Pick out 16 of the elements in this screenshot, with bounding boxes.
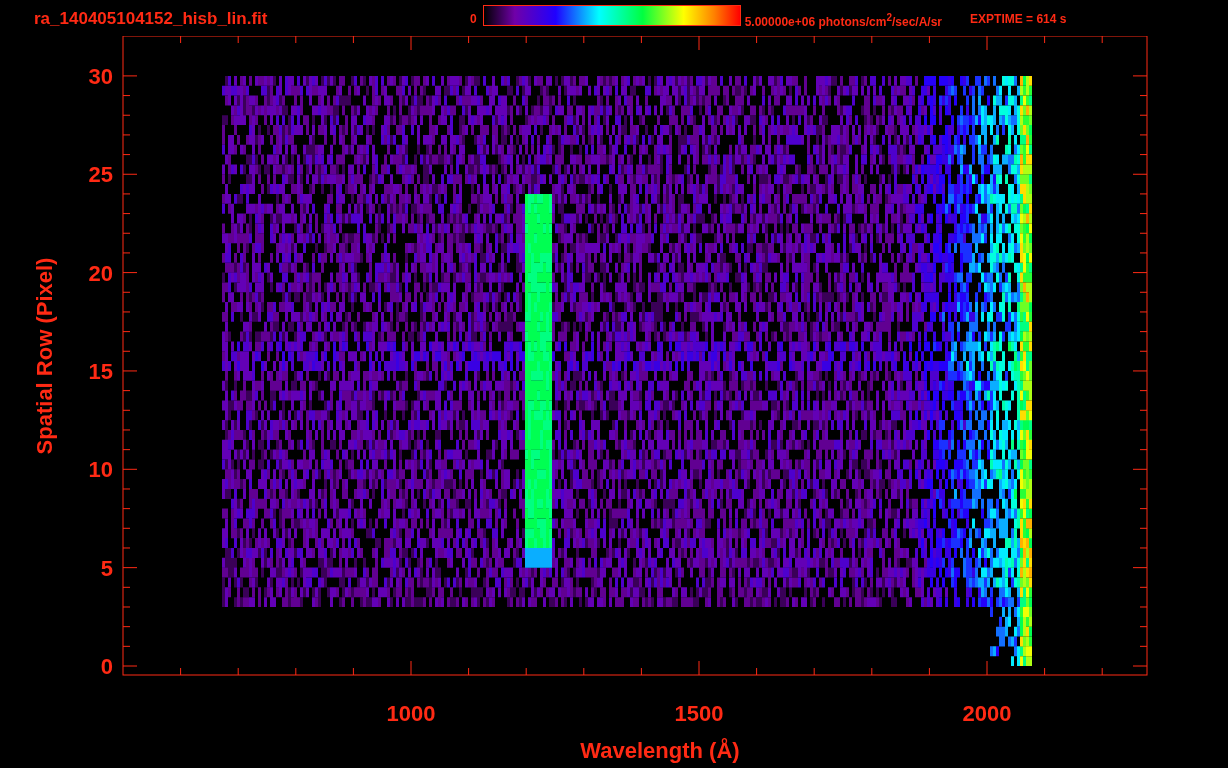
file-name: ra_140405104152_hisb_lin.fit xyxy=(34,9,269,29)
colorbar-max-label: 5.00000e+06 photons/cm$^{2}$/sec/A/sr xyxy=(744,12,943,29)
y-tick-label: 5 xyxy=(100,555,113,581)
y-tick-label: 0 xyxy=(100,654,113,679)
y-axis-title: Spatial Row (Pixel) xyxy=(32,257,57,455)
y-tick-label: 20 xyxy=(88,260,113,286)
x-tick-label: 2000 xyxy=(962,701,1012,726)
y-tick-label: 15 xyxy=(88,358,113,384)
exposure-time: EXPTIME = 614 s xyxy=(970,12,1067,26)
x-axis-title: Wavelength (Å) xyxy=(580,738,740,763)
colorbar-min-label: 0 xyxy=(470,12,477,26)
y-tick-label: 30 xyxy=(88,63,113,89)
x-tick-label: 1500 xyxy=(674,701,724,726)
x-tick-label: 1000 xyxy=(386,701,436,726)
y-tick-label: 10 xyxy=(88,457,113,483)
y-tick-label: 25 xyxy=(88,162,113,188)
